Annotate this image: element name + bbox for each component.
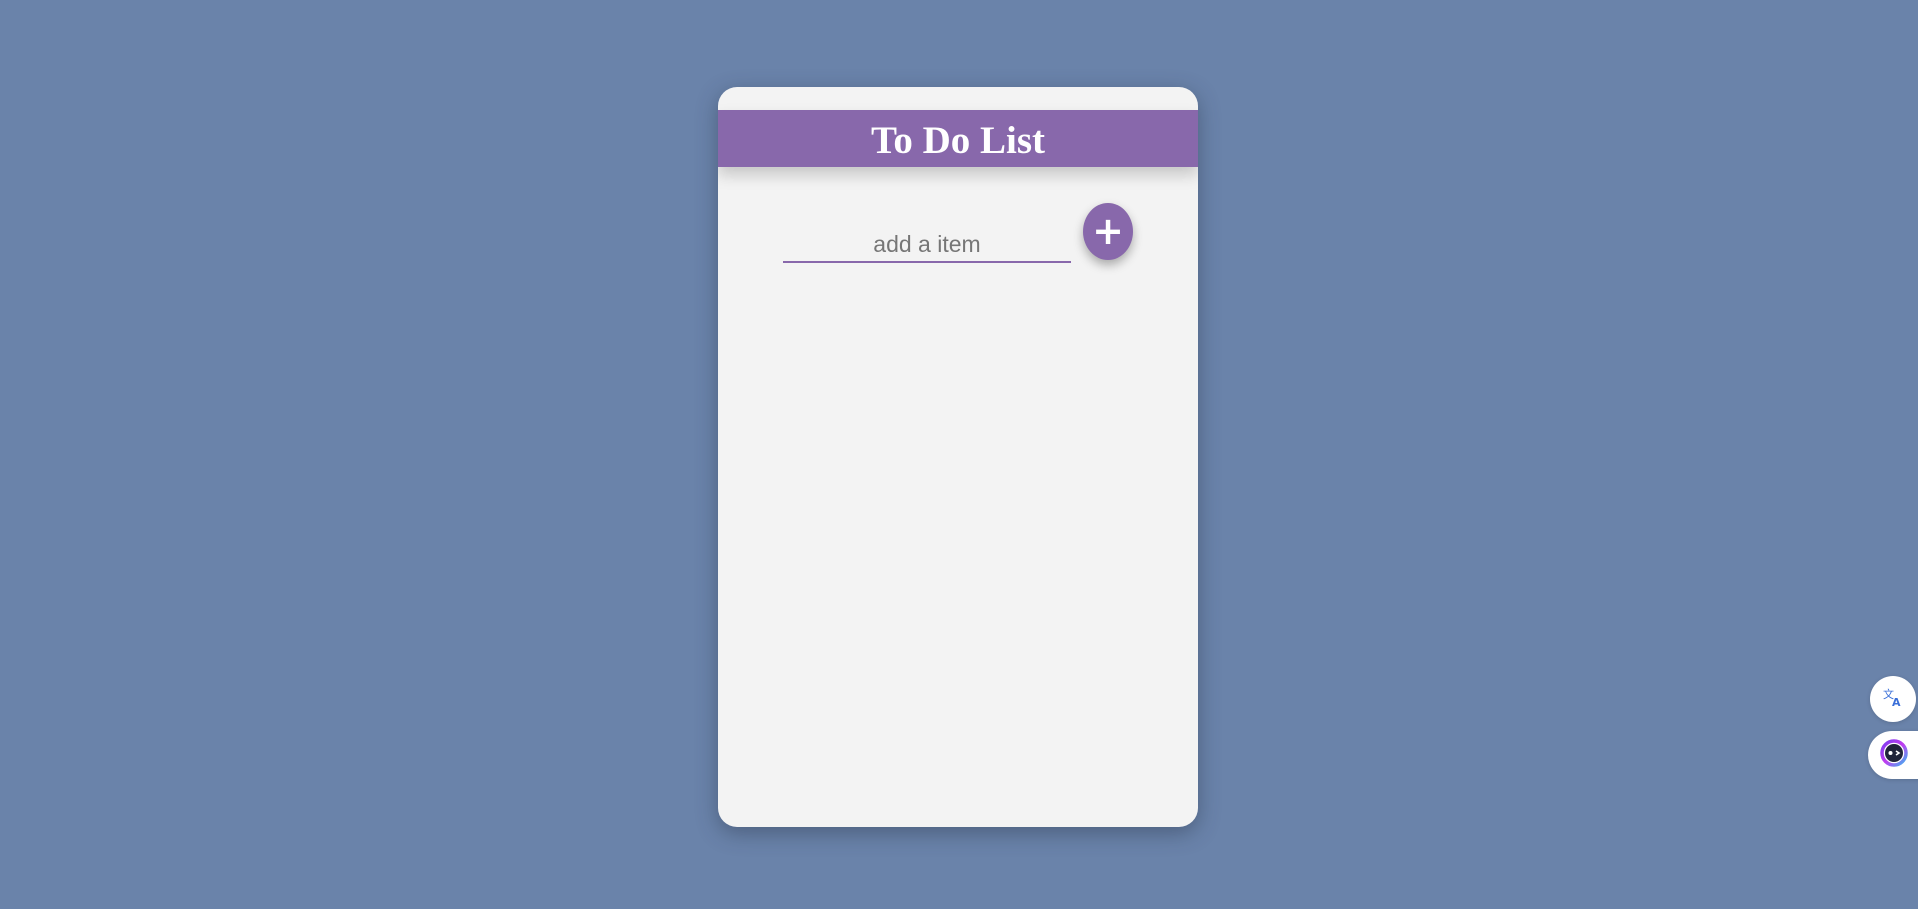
page: To Do List + 文 A (0, 0, 1918, 909)
todo-card: To Do List + (718, 87, 1198, 827)
assistant-button[interactable] (1868, 731, 1918, 779)
card-header: To Do List (718, 110, 1198, 167)
add-item-form: + (783, 203, 1133, 273)
page-title: To Do List (870, 119, 1046, 162)
translate-icon: 文 A (1882, 686, 1904, 713)
add-item-input[interactable] (783, 227, 1071, 263)
add-item-button[interactable]: + (1083, 203, 1133, 260)
svg-text:A: A (1892, 696, 1901, 708)
assistant-icon (1879, 738, 1909, 773)
translate-button[interactable]: 文 A (1870, 676, 1916, 722)
